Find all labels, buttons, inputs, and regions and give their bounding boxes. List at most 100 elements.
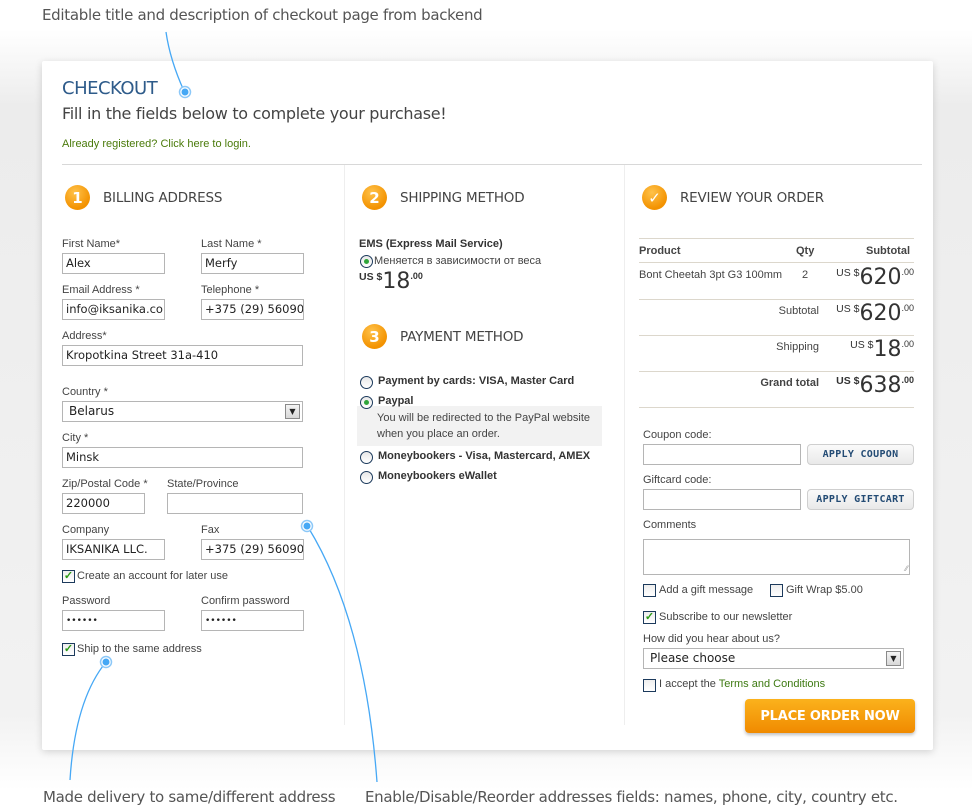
zip-label: Zip/Postal Code * bbox=[62, 478, 148, 490]
gift-wrap-checkbox[interactable] bbox=[770, 584, 783, 597]
state-input[interactable] bbox=[167, 493, 303, 514]
payment-label-paypal: Paypal bbox=[378, 395, 414, 407]
billing-header: 1 BILLING ADDRESS bbox=[65, 185, 222, 210]
payment-header: 3 PAYMENT METHOD bbox=[362, 324, 524, 349]
company-label: Company bbox=[62, 524, 110, 536]
chevron-down-icon[interactable]: ▼ bbox=[886, 651, 901, 666]
last-name-label: Last Name * bbox=[201, 238, 262, 250]
ship-same-checkbox[interactable]: ✓ bbox=[62, 643, 75, 656]
first-name-input[interactable]: Alex bbox=[62, 253, 165, 274]
address-input[interactable]: Kropotkina Street 31a-410 bbox=[62, 345, 303, 366]
country-select[interactable]: Belarus ▼ bbox=[62, 401, 303, 422]
payment-radio-cards[interactable] bbox=[360, 376, 373, 389]
page-subtitle: Fill in the fields below to complete you… bbox=[62, 104, 447, 123]
column-divider bbox=[624, 165, 625, 725]
giftcard-label: Giftcard code: bbox=[643, 474, 712, 486]
payment-label-cards: Payment by cards: VISA, Master Card bbox=[378, 375, 575, 387]
column-divider bbox=[344, 165, 345, 725]
payment-radio-moneybookers[interactable] bbox=[360, 451, 373, 464]
table-divider bbox=[639, 371, 914, 372]
password-input[interactable]: •••••• bbox=[62, 610, 165, 631]
step-1-badge: 1 bbox=[65, 185, 90, 210]
col-product: Product bbox=[639, 245, 681, 257]
subtotal-label: Subtotal bbox=[778, 305, 819, 317]
payment-radio-ewallet[interactable] bbox=[360, 471, 373, 484]
company-input[interactable]: IKSANIKA LLC. bbox=[62, 539, 165, 560]
paypal-note: You will be redirected to the PayPal web… bbox=[357, 406, 602, 446]
coupon-input[interactable] bbox=[643, 444, 801, 465]
city-label: City * bbox=[62, 432, 89, 444]
zip-input[interactable]: 220000 bbox=[62, 493, 145, 514]
confirm-password-label: Confirm password bbox=[201, 595, 290, 607]
payment-radio-paypal[interactable] bbox=[360, 396, 373, 409]
chevron-down-icon[interactable]: ▼ bbox=[285, 404, 300, 419]
create-account-checkbox[interactable]: ✓ bbox=[62, 570, 75, 583]
shipping-carrier: EMS (Express Mail Service) bbox=[359, 238, 503, 250]
shipping-option-radio[interactable] bbox=[360, 255, 373, 268]
annotation-top: Editable title and description of checko… bbox=[42, 6, 483, 24]
ship-same-label: Ship to the same address bbox=[77, 643, 202, 655]
grand-total-label: Grand total bbox=[760, 377, 819, 389]
step-3-badge: 3 bbox=[362, 324, 387, 349]
table-divider bbox=[639, 262, 914, 263]
table-divider bbox=[639, 407, 914, 408]
annotation-bottom-right: Enable/Disable/Reorder addresses fields:… bbox=[365, 788, 898, 806]
payment-label-moneybookers: Moneybookers - Visa, Mastercard, AMEX bbox=[378, 450, 591, 462]
divider bbox=[62, 164, 922, 165]
telephone-label: Telephone * bbox=[201, 284, 260, 296]
payment-label-ewallet: Moneybookers eWallet bbox=[378, 470, 497, 482]
password-label: Password bbox=[62, 595, 111, 607]
email-input[interactable]: info@iksanika.com bbox=[62, 299, 165, 320]
table-divider bbox=[639, 299, 914, 300]
newsletter-label: Subscribe to our newsletter bbox=[659, 611, 793, 623]
gift-message-checkbox[interactable] bbox=[643, 584, 656, 597]
gift-wrap-label: Gift Wrap $5.00 bbox=[786, 584, 863, 596]
country-value: Belarus bbox=[69, 404, 115, 418]
item-subtotal: US $620.00 bbox=[836, 265, 914, 290]
fax-label: Fax bbox=[201, 524, 220, 536]
apply-coupon-button[interactable]: APPLY COUPON bbox=[807, 444, 914, 465]
confirm-password-input[interactable]: •••••• bbox=[201, 610, 304, 631]
comments-textarea[interactable]: ∕∕ bbox=[643, 539, 910, 575]
billing-title: BILLING ADDRESS bbox=[103, 189, 223, 206]
city-input[interactable]: Minsk bbox=[62, 447, 303, 468]
terms-link[interactable]: Terms and Conditions bbox=[719, 678, 825, 690]
terms-label: I accept the Terms and Conditions bbox=[659, 678, 826, 690]
grand-total-value: US $638.00 bbox=[836, 373, 914, 398]
email-label: Email Address * bbox=[62, 284, 140, 296]
col-qty: Qty bbox=[796, 245, 815, 257]
create-account-label: Create an account for later use bbox=[77, 570, 229, 582]
hear-about-select[interactable]: Please choose ▼ bbox=[643, 648, 904, 669]
terms-checkbox[interactable] bbox=[643, 679, 656, 692]
subtotal-value: US $620.00 bbox=[836, 301, 914, 326]
gift-message-label: Add a gift message bbox=[659, 584, 754, 596]
step-2-badge: 2 bbox=[362, 185, 387, 210]
shipping-header: 2 SHIPPING METHOD bbox=[362, 185, 525, 210]
resize-grip-icon[interactable]: ∕∕ bbox=[905, 564, 908, 573]
login-link[interactable]: Already registered? Click here to login. bbox=[62, 138, 251, 150]
shipping-title: SHIPPING METHOD bbox=[400, 189, 525, 206]
place-order-button[interactable]: PLACE ORDER NOW bbox=[745, 699, 915, 733]
table-divider bbox=[639, 335, 914, 336]
giftcard-input[interactable] bbox=[643, 489, 801, 510]
checkmark-icon: ✓ bbox=[642, 185, 667, 210]
last-name-input[interactable]: Merfy bbox=[201, 253, 304, 274]
hear-about-label: How did you hear about us? bbox=[643, 633, 780, 645]
payment-title: PAYMENT METHOD bbox=[400, 328, 524, 345]
hear-about-value: Please choose bbox=[650, 651, 736, 665]
table-divider bbox=[639, 238, 914, 239]
review-header: ✓ REVIEW YOUR ORDER bbox=[642, 185, 824, 210]
col-subtotal: Subtotal bbox=[866, 245, 910, 257]
coupon-label: Coupon code: bbox=[643, 429, 712, 441]
shipping-price: US $18.00 bbox=[359, 269, 423, 294]
item-product: Bont Cheetah 3pt G3 100mm bbox=[639, 269, 783, 281]
page-title: CHECKOUT bbox=[62, 78, 158, 99]
shipping-option-label: Меняется в зависимости от веса bbox=[374, 255, 542, 267]
newsletter-checkbox[interactable]: ✓ bbox=[643, 611, 656, 624]
fax-input[interactable]: +375 (29) 5609000 bbox=[201, 539, 304, 560]
shipping-total-label: Shipping bbox=[776, 341, 819, 353]
first-name-label: First Name* bbox=[62, 238, 121, 250]
review-title: REVIEW YOUR ORDER bbox=[680, 189, 824, 206]
apply-giftcard-button[interactable]: APPLY GIFTCART bbox=[807, 489, 914, 510]
telephone-input[interactable]: +375 (29) 5609000 bbox=[201, 299, 304, 320]
